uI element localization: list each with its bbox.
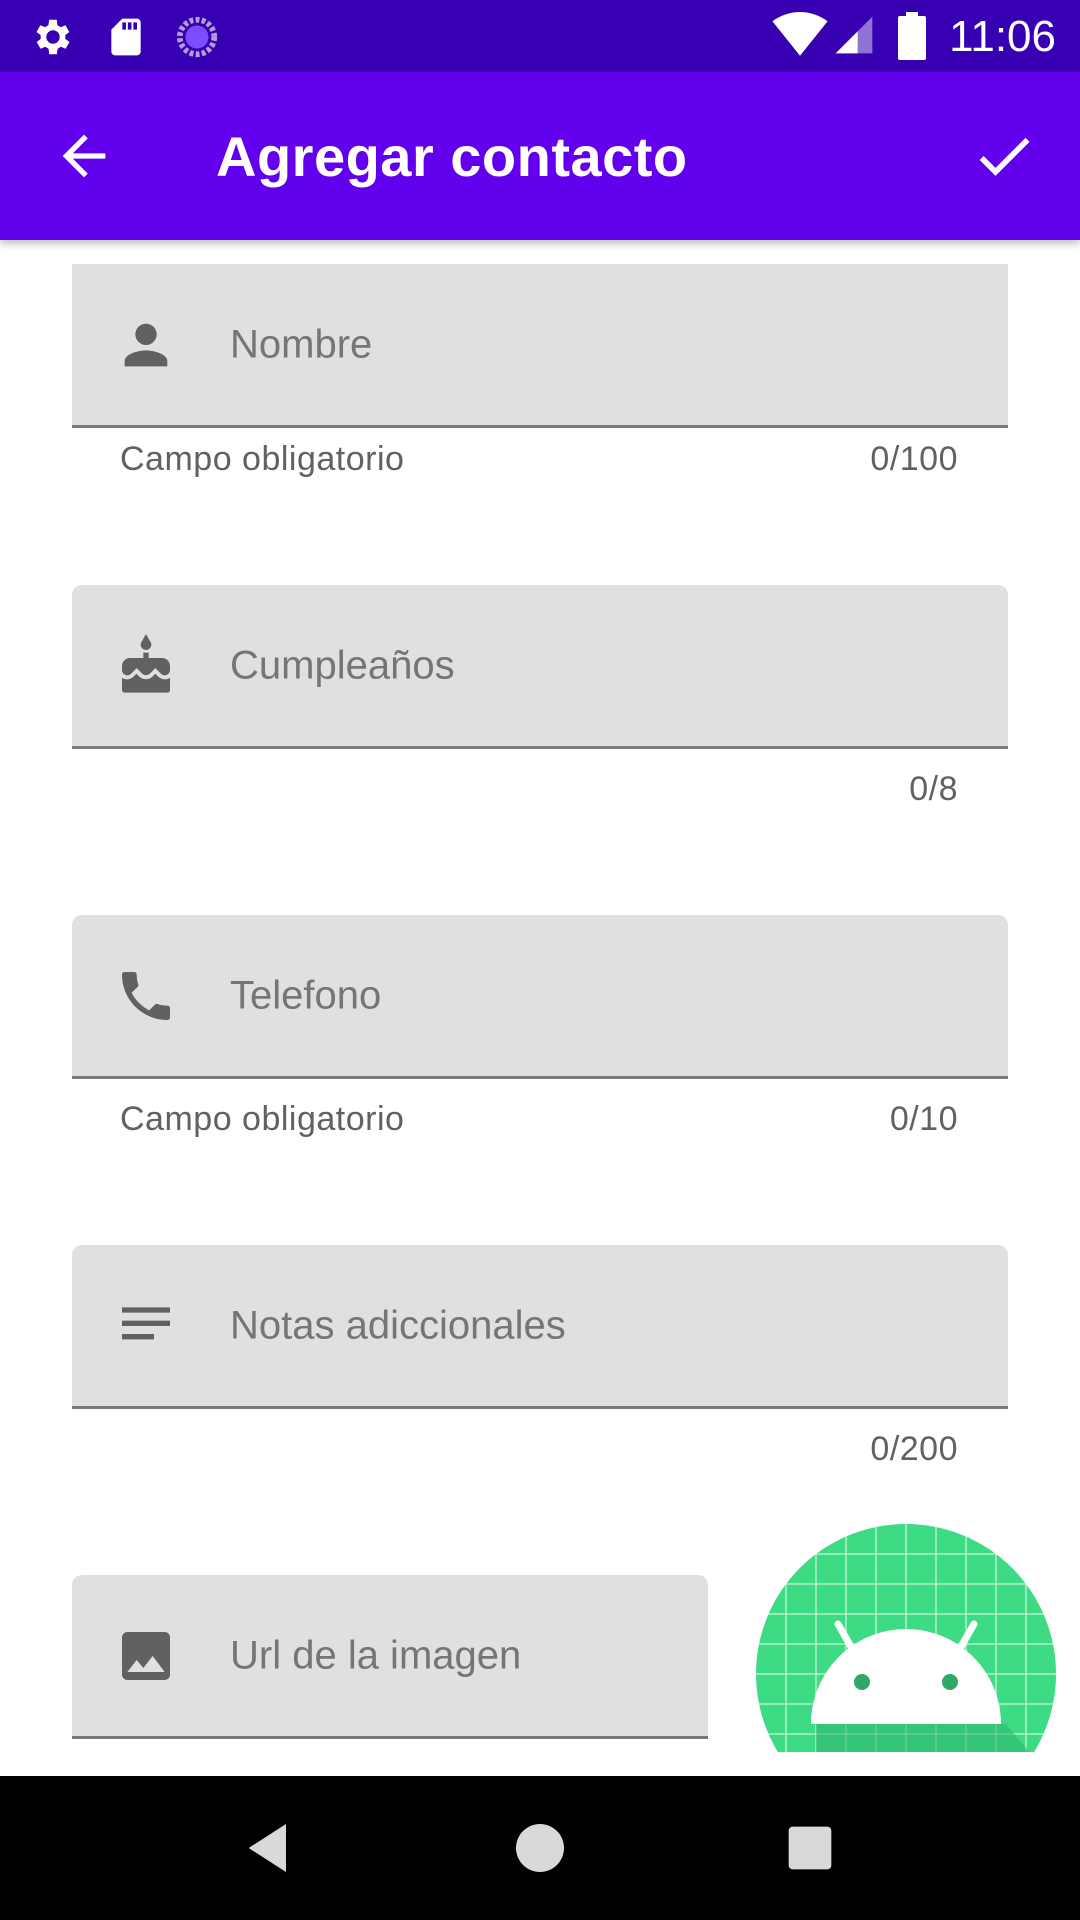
- image-url-input[interactable]: [228, 1632, 672, 1679]
- nav-back-icon[interactable]: [238, 1816, 302, 1880]
- notes-counter: 0/200: [870, 1430, 958, 1468]
- battery-icon: [898, 12, 926, 60]
- phone-input[interactable]: [228, 972, 952, 1019]
- signal-icon: [835, 16, 873, 54]
- image-icon: [122, 1631, 170, 1680]
- birthday-field[interactable]: [72, 585, 1008, 749]
- person-icon: [124, 323, 168, 366]
- phone-helper-text: Campo obligatorio: [120, 1100, 405, 1138]
- notes-field[interactable]: [72, 1245, 1008, 1409]
- settings-icon: [36, 19, 70, 55]
- name-field[interactable]: [72, 264, 1008, 428]
- phone-icon: [122, 971, 170, 1020]
- wifi-icon: [772, 12, 828, 56]
- image-url-field[interactable]: [72, 1575, 708, 1739]
- status-bar: 11:06: [0, 0, 1080, 72]
- name-input[interactable]: [228, 321, 952, 368]
- name-counter: 0/100: [870, 440, 958, 478]
- notes-icon: [122, 1306, 170, 1339]
- app-bar: Agregar contacto: [0, 72, 1080, 240]
- notes-input[interactable]: [228, 1302, 952, 1349]
- sync-icon: [176, 16, 218, 58]
- nav-home-icon[interactable]: [508, 1816, 572, 1880]
- arrow-back-icon[interactable]: [52, 124, 116, 188]
- nav-recents-icon[interactable]: [778, 1816, 842, 1880]
- birthday-input[interactable]: [228, 642, 952, 689]
- phone-counter: 0/10: [889, 1100, 958, 1138]
- name-helper-text: Campo obligatorio: [120, 440, 405, 478]
- status-time: 11:06: [949, 12, 1056, 61]
- cake-icon: [122, 633, 170, 693]
- android-avatar-icon: [756, 1524, 1056, 1752]
- check-icon[interactable]: [970, 122, 1038, 190]
- system-nav-bar: [0, 1776, 1080, 1920]
- contact-avatar[interactable]: [756, 1524, 1056, 1752]
- birthday-counter: 0/8: [909, 770, 958, 808]
- sd-card-icon: [111, 18, 141, 56]
- page-title: Agregar contacto: [216, 125, 688, 188]
- phone-field[interactable]: [72, 915, 1008, 1079]
